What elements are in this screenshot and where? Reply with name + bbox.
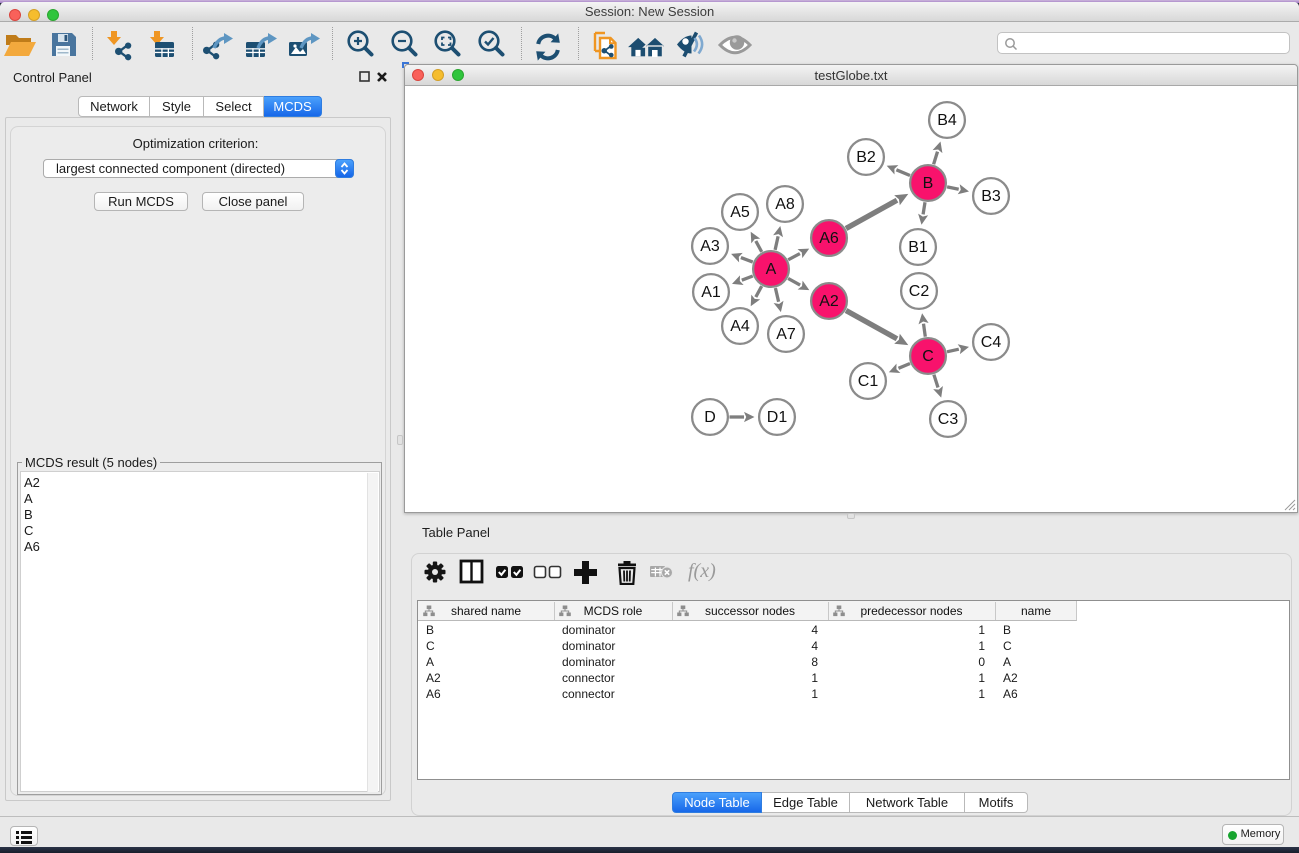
svg-text:C3: C3 bbox=[938, 411, 959, 428]
svg-text:B4: B4 bbox=[937, 112, 957, 129]
svg-text:A6: A6 bbox=[819, 230, 839, 247]
svg-text:A3: A3 bbox=[700, 238, 720, 255]
svg-text:B3: B3 bbox=[981, 188, 1001, 205]
svg-text:D: D bbox=[704, 409, 716, 426]
svg-text:A4: A4 bbox=[730, 318, 750, 335]
svg-text:C: C bbox=[922, 348, 934, 365]
svg-text:A2: A2 bbox=[819, 293, 839, 310]
svg-text:B2: B2 bbox=[856, 149, 876, 166]
svg-text:A1: A1 bbox=[701, 284, 721, 301]
svg-text:B1: B1 bbox=[908, 239, 928, 256]
svg-text:B: B bbox=[923, 175, 934, 192]
svg-text:A8: A8 bbox=[775, 196, 795, 213]
svg-text:D1: D1 bbox=[767, 409, 788, 426]
svg-text:A: A bbox=[766, 261, 777, 278]
svg-text:C2: C2 bbox=[909, 283, 930, 300]
svg-text:C1: C1 bbox=[858, 373, 879, 390]
svg-text:A7: A7 bbox=[776, 326, 796, 343]
svg-text:C4: C4 bbox=[981, 334, 1002, 351]
svg-text:A5: A5 bbox=[730, 204, 750, 221]
